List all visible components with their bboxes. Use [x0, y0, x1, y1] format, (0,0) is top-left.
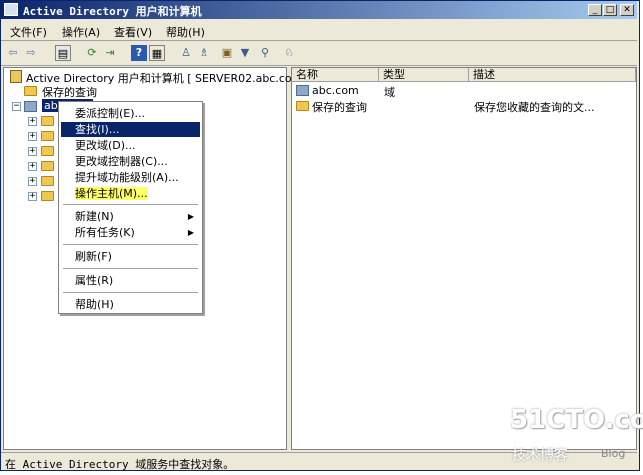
list-row-description: 保存您收藏的查询的文... — [474, 101, 595, 114]
add-to-group-icon[interactable]: ♘ — [281, 45, 297, 61]
toolbar-divider — [1, 65, 637, 66]
folder-icon — [296, 101, 309, 111]
list-row-name[interactable]: abc.com — [312, 84, 359, 97]
menu-item-label: 操作主机(M)... — [75, 187, 148, 200]
menu-divider — [1, 40, 637, 41]
toolbar: ⇦ ⇨ ▤ ⟳ ⇥ ? ▦ ♙ ♗ ▣ ▼ ⚲ ♘ — [1, 42, 637, 64]
add-group-icon[interactable]: ♗ — [196, 45, 212, 61]
menu-item-change-domain[interactable]: 更改域(D)... — [61, 138, 200, 153]
domain-icon — [24, 101, 37, 112]
menu-item-label: 新建(N) — [75, 210, 114, 223]
up-folder-icon[interactable]: ▤ — [55, 45, 71, 61]
menu-separator — [63, 204, 198, 205]
expand-toggle[interactable]: + — [28, 132, 37, 141]
minimize-button[interactable]: _ — [588, 4, 602, 16]
watermark-blog: Blog — [601, 447, 626, 460]
watermark-logo: 51CTO.com — [510, 405, 643, 435]
add-ou-icon[interactable]: ▣ — [219, 45, 235, 61]
list-pane[interactable]: 名称 类型 描述 abc.com 域 保存的查询 保存您收藏的查询的文... — [291, 67, 637, 450]
folder-icon — [41, 176, 54, 186]
menu-item-change-dc[interactable]: 更改域控制器(C)... — [61, 154, 200, 169]
menu-separator — [63, 268, 198, 269]
properties-icon[interactable]: ▦ — [149, 45, 165, 61]
window-title: Active Directory 用户和计算机 — [23, 5, 202, 18]
submenu-arrow-icon: ▶ — [187, 228, 194, 237]
export-icon[interactable]: ⇥ — [102, 45, 118, 61]
forward-icon[interactable]: ⇨ — [23, 45, 39, 61]
close-button[interactable]: ✕ — [620, 4, 634, 16]
list-row-name[interactable]: 保存的查询 — [312, 99, 367, 115]
folder-icon — [41, 116, 54, 126]
menu-item-find[interactable]: 查找(I)... — [61, 122, 200, 137]
expand-toggle[interactable]: + — [28, 192, 37, 201]
expand-toggle[interactable]: + — [28, 147, 37, 156]
menu-item-operations-masters[interactable]: 操作主机(M)... — [61, 186, 200, 201]
menu-item-all-tasks[interactable]: 所有任务(K) ▶ — [61, 225, 200, 240]
status-text: 在 Active Directory 域服务中查找对象。 — [5, 458, 235, 471]
expand-toggle[interactable]: + — [28, 177, 37, 186]
menu-bar: 文件(F) 操作(A) 查看(V) 帮助(H) — [1, 20, 637, 39]
list-row-type: 域 — [384, 86, 395, 99]
context-menu: 委派控制(E)... 查找(I)... 更改域(D)... 更改域控制器(C).… — [58, 101, 203, 314]
help-icon[interactable]: ? — [131, 45, 147, 61]
menu-item-label: 所有任务(K) — [75, 226, 135, 239]
menu-separator — [63, 244, 198, 245]
column-header-type[interactable]: 类型 — [379, 68, 469, 82]
add-user-icon[interactable]: ♙ — [178, 45, 194, 61]
back-icon[interactable]: ⇦ — [5, 45, 21, 61]
app-icon — [4, 3, 18, 16]
menu-separator — [63, 292, 198, 293]
folder-icon — [24, 86, 37, 96]
menu-file[interactable]: 文件(F) — [10, 24, 47, 40]
submenu-arrow-icon: ▶ — [187, 212, 194, 221]
menu-item-help[interactable]: 帮助(H) — [61, 297, 200, 312]
find-icon[interactable]: ⚲ — [257, 45, 273, 61]
refresh-icon[interactable]: ⟳ — [84, 45, 100, 61]
domain-icon — [296, 85, 309, 96]
menu-help[interactable]: 帮助(H) — [166, 24, 205, 40]
menu-item-refresh[interactable]: 刷新(F) — [61, 249, 200, 264]
menu-item-new[interactable]: 新建(N) ▶ — [61, 209, 200, 224]
title-bar[interactable]: Active Directory 用户和计算机 _ □ ✕ — [1, 1, 637, 19]
folder-icon — [41, 131, 54, 141]
folder-icon — [41, 161, 54, 171]
folder-icon — [41, 146, 54, 156]
menu-view[interactable]: 查看(V) — [114, 24, 152, 40]
folder-icon — [41, 191, 54, 201]
column-header-description[interactable]: 描述 — [469, 68, 636, 82]
expand-toggle[interactable]: + — [28, 162, 37, 171]
ad-console-icon — [10, 70, 22, 83]
expand-toggle[interactable]: + — [28, 117, 37, 126]
column-header-name[interactable]: 名称 — [292, 68, 379, 82]
menu-item-raise-level[interactable]: 提升域功能级别(A)... — [61, 170, 200, 185]
menu-item-properties[interactable]: 属性(R) — [61, 273, 200, 288]
menu-item-delegate-control[interactable]: 委派控制(E)... — [61, 106, 200, 121]
maximize-button[interactable]: □ — [603, 4, 617, 16]
filter-icon[interactable]: ▼ — [237, 45, 253, 61]
tree-item-saved-queries[interactable]: 保存的查询 — [42, 84, 97, 100]
menu-action[interactable]: 操作(A) — [62, 24, 100, 40]
watermark-tagline: 技术博客 — [512, 448, 568, 464]
collapse-toggle[interactable]: − — [12, 102, 21, 111]
